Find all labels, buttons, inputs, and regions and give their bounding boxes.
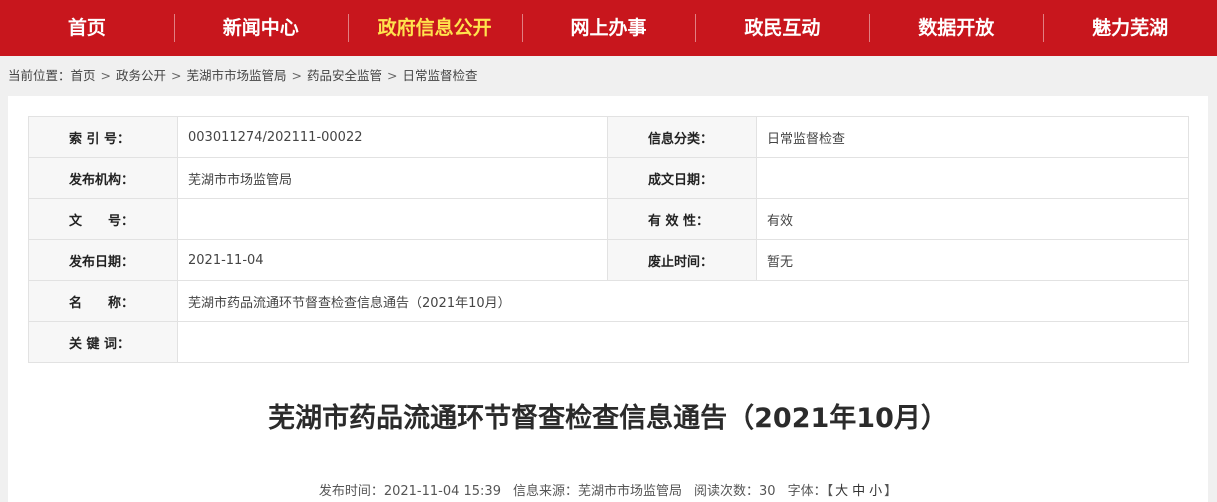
source-value: 芜湖市市场监管局 [578,484,683,499]
index-label: 索 引 号： [28,116,178,158]
breadcrumb-separator: > [387,68,398,83]
font-bracket-close: 】 [884,484,898,499]
doc-number-value [177,198,608,240]
article-info-bar: 发布时间：2021-11-04 15:39 信息来源：芜湖市市场监管局 阅读次数：3… [8,480,1208,499]
publisher-label: 发布机构： [28,157,178,199]
views-count: 30 [759,484,776,499]
article-title: 芜湖市药品流通环节督查检查信息通告（2021年10月） [268,403,948,434]
font-large-button[interactable]: 大 [835,484,848,499]
nav-item-charm-wuhu[interactable]: 魅力芜湖 [1043,0,1217,56]
nav-item-gov-info[interactable]: 政府信息公开 [347,0,522,56]
breadcrumb-link-daily-inspection[interactable]: 日常监督检查 [403,68,478,83]
category-value: 日常监督检查 [756,116,1189,158]
views-label: 阅读次数： [694,484,760,499]
publish-time-value: 2021-11-04 15:39 [383,484,501,499]
expiry-value: 暂无 [756,239,1189,281]
font-medium-button[interactable]: 中 [852,484,865,499]
publish-date-label: 发布日期： [28,239,178,281]
index-value: 003011274/202111-00022 [177,116,608,158]
breadcrumb: 当前位置：首页 > 政务公开 > 芜湖市市场监管局 > 药品安全监管 > 日常监督检查 [8,62,478,90]
keywords-value [177,321,1189,363]
expiry-label: 废止时间： [607,239,757,281]
table-row: 名 称： 芜湖市药品流通环节督查检查信息通告（2021年10月） [28,280,1189,322]
publish-time-label: 发布时间： [318,484,384,499]
table-row: 发布机构： 芜湖市市场监管局 成文日期： [28,157,1189,199]
category-label: 信息分类： [607,116,757,158]
font-small-button[interactable]: 小 [869,484,882,499]
breadcrumb-link-home[interactable]: 首页 [71,68,96,83]
nav-item-news[interactable]: 新闻中心 [173,0,348,56]
nav-item-online-services[interactable]: 网上办事 [521,0,696,56]
content-panel: 索 引 号： 003011274/202111-00022 信息分类： 日常监督… [8,96,1208,502]
breadcrumb-link-gov-affairs[interactable]: 政务公开 [116,68,166,83]
table-row: 发布日期： 2021-11-04 废止时间： 暂无 [28,239,1189,281]
validity-label: 有 效 性： [607,198,757,240]
breadcrumb-separator: > [291,68,303,83]
validity-value: 有效 [756,198,1189,240]
nav-item-open-data[interactable]: 数据开放 [869,0,1043,56]
publish-date-value: 2021-11-04 [177,239,608,281]
breadcrumb-separator: > [171,68,182,83]
keywords-label: 关 键 词： [28,321,178,363]
name-value: 芜湖市药品流通环节督查检查信息通告（2021年10月） [177,280,1189,322]
breadcrumb-link-market-bureau[interactable]: 芜湖市市场监管局 [187,68,287,83]
main-nav: 首页 新闻中心 政府信息公开 网上办事 政民互动 数据开放 魅力芜湖 [0,0,1217,56]
written-date-value [756,157,1189,199]
nav-item-interaction[interactable]: 政民互动 [695,0,869,56]
font-bracket-open: 【 [826,484,834,499]
publisher-value: 芜湖市市场监管局 [177,157,608,199]
font-size-label: 字体： [787,484,827,499]
doc-number-label: 文 号： [28,198,178,240]
source-label: 信息来源： [512,484,578,499]
table-row: 关 键 词： [28,321,1189,363]
name-label: 名 称： [28,280,178,322]
written-date-label: 成文日期： [607,157,757,199]
breadcrumb-prefix: 当前位置： [8,68,71,83]
nav-item-home[interactable]: 首页 [0,0,174,56]
info-meta-table: 索 引 号： 003011274/202111-00022 信息分类： 日常监督… [28,116,1189,363]
breadcrumb-link-drug-safety[interactable]: 药品安全监管 [307,68,382,83]
breadcrumb-separator: > [100,68,112,83]
table-row: 文 号： 有 效 性： 有效 [28,198,1189,240]
table-row: 索 引 号： 003011274/202111-00022 信息分类： 日常监督… [28,116,1189,158]
